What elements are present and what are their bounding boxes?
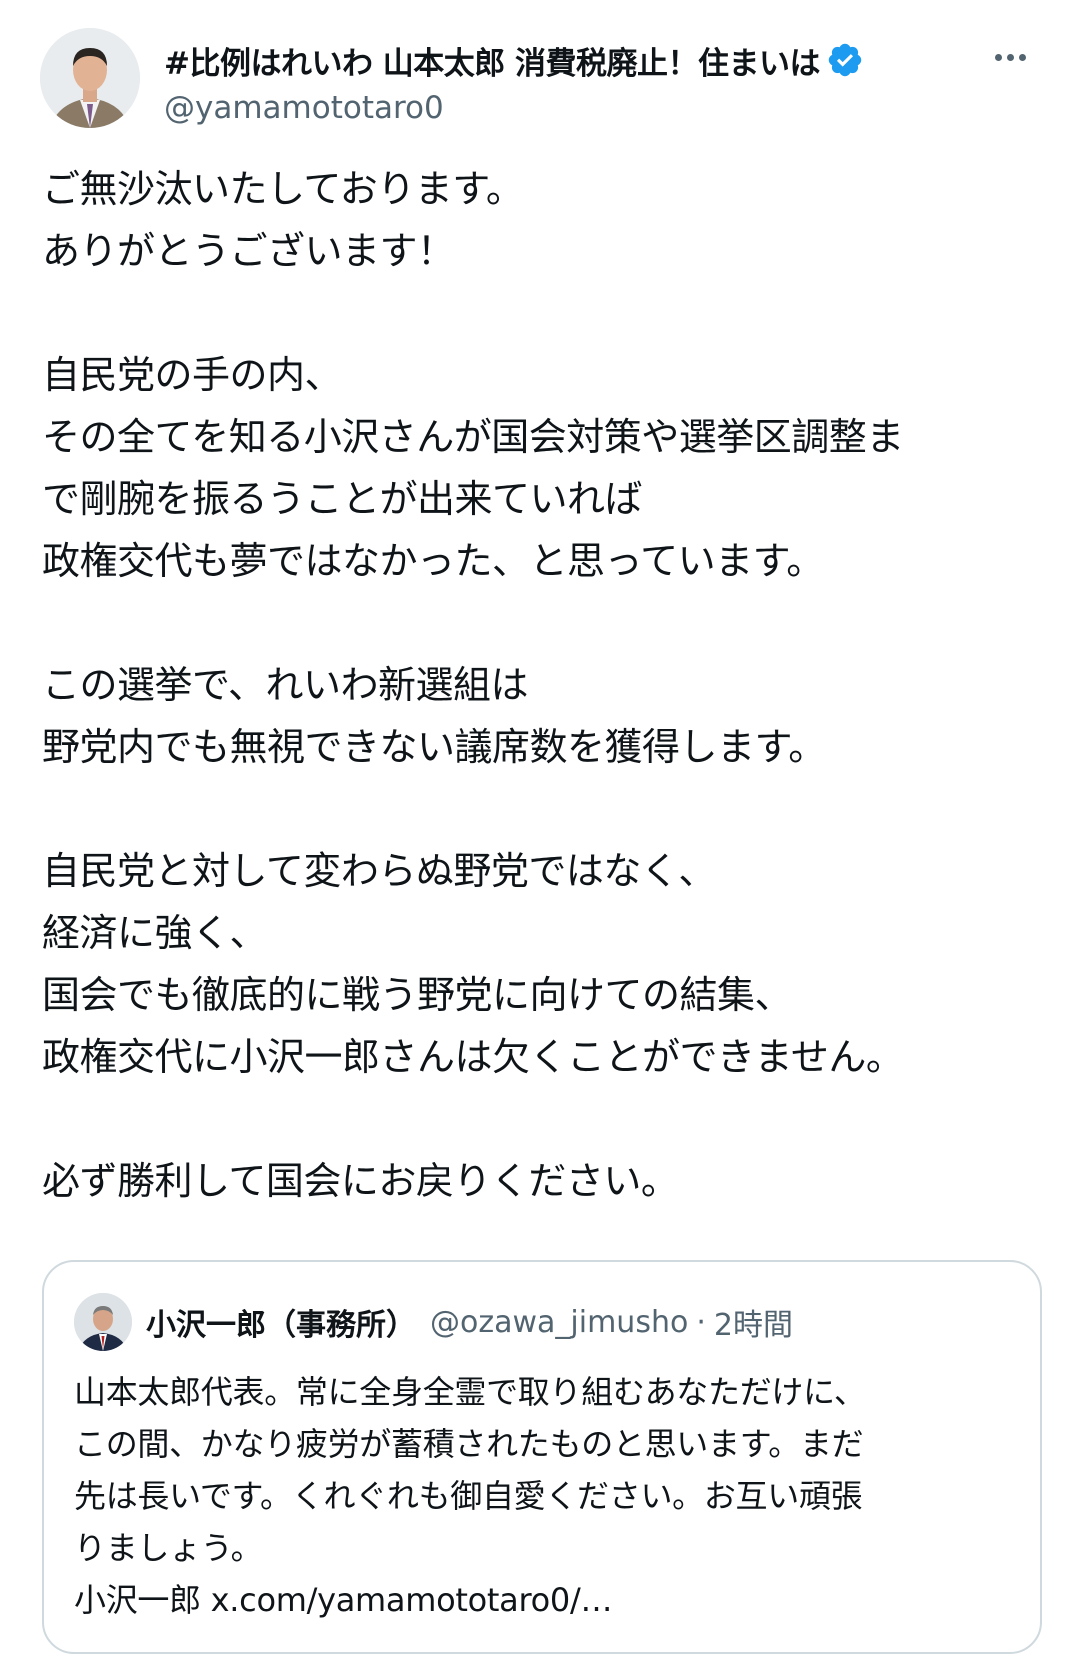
post-text-line: で剛腕を振るうことが出来ていれば xyxy=(42,477,643,521)
post-text-blank-line xyxy=(42,282,1032,344)
post-text-line: その全てを知る小沢さんが国会対策や選挙区調整ま xyxy=(42,415,904,459)
author-display-name[interactable]: #比例はれいわ 山本太郎 消費税廃止！住まいは xyxy=(164,38,820,83)
post-text: ご無沙汰いたしております。 ありがとうございます！ 自民党の手の内、その全てを知る小… xyxy=(42,158,1032,1212)
author-name-row: #比例はれいわ 山本太郎 消費税廃止！住まいは xyxy=(164,36,984,84)
post-text-line: ご無沙汰いたしております。 xyxy=(42,167,524,211)
quoted-post-text-line: 山本太郎代表。常に全身全霊で取り組むあなただけに、 xyxy=(74,1373,866,1411)
author-handle[interactable]: @yamamototaro0 xyxy=(164,90,444,126)
quoted-post-text: 山本太郎代表。常に全身全霊で取り組むあなただけに、 この間、かなり疲労が蓄積された… xyxy=(74,1366,1024,1626)
quoted-author-handle: @ozawa_jimusho xyxy=(430,1304,689,1340)
quoted-post-text-line: 先は長いです。くれぐれも御自愛ください。お互い頑張 xyxy=(74,1477,863,1515)
quoted-post[interactable]: 小沢一郎（事務所） @ozawa_jimusho · 2時間 山本太郎代表。常に… xyxy=(42,1260,1042,1654)
post-text-line: 国会でも徹底的に戦う野党に向けての結集、 xyxy=(42,973,793,1017)
quoted-author-name: 小沢一郎（事務所） xyxy=(146,1308,416,1343)
post-header: #比例はれいわ 山本太郎 消費税廃止！住まいは @yamamototaro0 xyxy=(40,28,1050,132)
quoted-post-time: 2時間 xyxy=(713,1308,793,1343)
quoted-separator: · xyxy=(696,1304,706,1340)
post-text-line: 自民党と対して変わらぬ野党ではなく、 xyxy=(42,849,716,893)
post-text-blank-line xyxy=(42,592,1032,654)
quoted-post-text-line: 小沢一郎 x.com/yamamototaro0/… xyxy=(74,1581,613,1619)
post-text-line: 政権交代に小沢一郎さんは欠くことができません。 xyxy=(42,1035,904,1079)
post-text-blank-line xyxy=(42,778,1032,840)
post-text-line: 政権交代も夢ではなかった、と思っています。 xyxy=(42,539,824,583)
quoted-post-text-line: この間、かなり疲労が蓄積されたものと思います。まだ xyxy=(74,1425,864,1463)
post-text-line: 野党内でも無視できない議席数を獲得します。 xyxy=(42,725,826,769)
post-text-blank-line xyxy=(42,1088,1032,1150)
post-text-line: 自民党の手の内、 xyxy=(42,353,343,397)
quoted-author-avatar-image xyxy=(74,1293,132,1351)
post-text-line: この選挙で、れいわ新選組は xyxy=(42,663,528,707)
post-text-line: ありがとうございます！ xyxy=(42,229,455,273)
quoted-post-header: 小沢一郎（事務所） @ozawa_jimusho · 2時間 xyxy=(74,1292,793,1352)
post-text-line: 経済に強く、 xyxy=(42,911,268,955)
post-text-line: 必ず勝利して国会にお戻りください。 xyxy=(42,1159,679,1203)
quoted-post-text-line: りましょう。 xyxy=(74,1529,263,1567)
author-avatar[interactable] xyxy=(40,28,140,128)
verified-badge-icon xyxy=(828,43,862,77)
quoted-author-avatar xyxy=(74,1293,132,1351)
author-avatar-image xyxy=(40,28,140,128)
more-options-icon[interactable] xyxy=(995,54,1026,61)
